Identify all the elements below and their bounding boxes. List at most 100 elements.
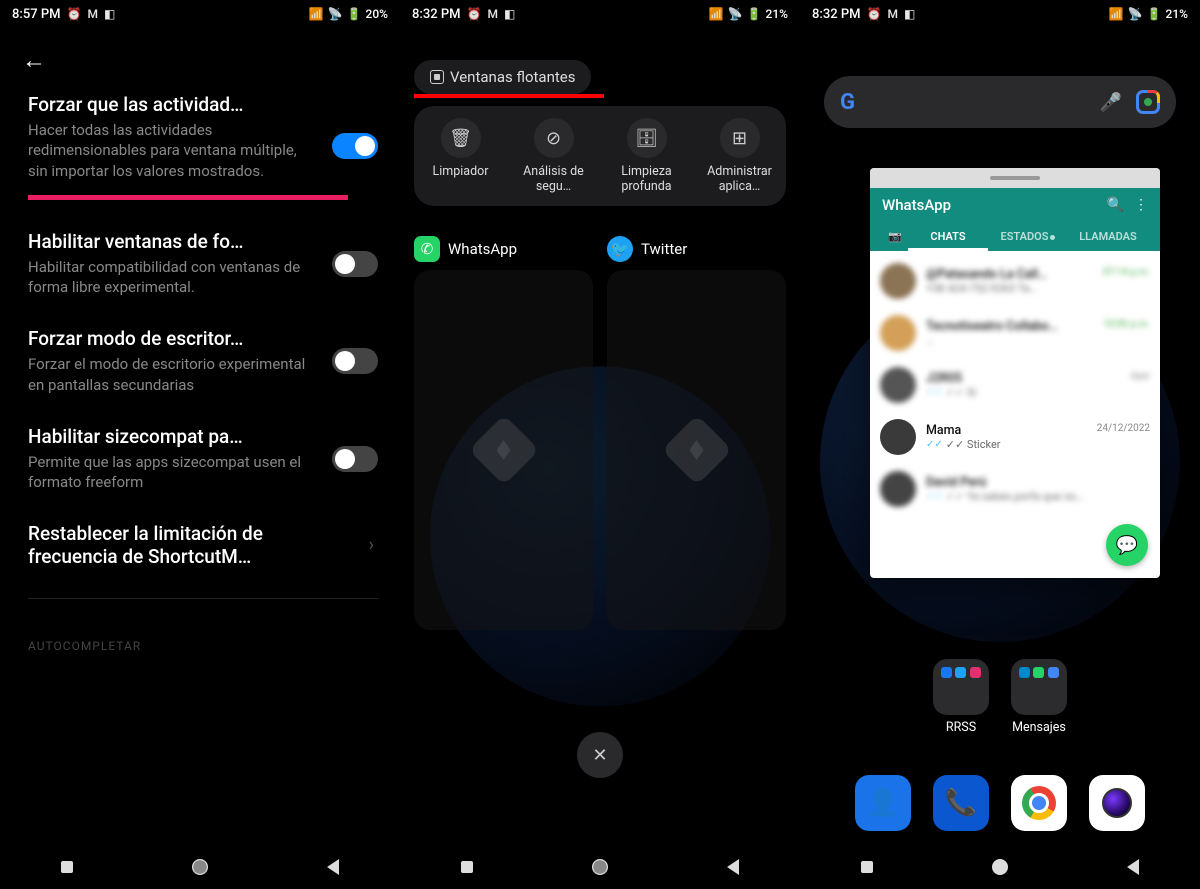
folder-rrss[interactable]: RRSS [933, 659, 989, 735]
recents-area: ✆ WhatsApp 🐦 Twitter ✕ [400, 236, 800, 796]
nav-recents[interactable] [457, 857, 477, 877]
chrome-icon [1022, 786, 1056, 820]
tool-security-scan[interactable]: ⊘ Análisis de segu… [507, 118, 600, 194]
tool-label: Análisis de segu… [507, 164, 600, 194]
search-icon[interactable]: 🔍 [1107, 197, 1124, 213]
battery-icon: 🔋 [747, 7, 762, 21]
status-battery: 21% [766, 7, 788, 21]
more-icon[interactable]: ⋮ [1134, 197, 1148, 213]
chat-row[interactable]: Mama24/12/2022 ✓✓✓✓ Sticker [870, 411, 1160, 463]
toggle-switch[interactable] [332, 348, 378, 374]
clear-all-button[interactable]: ✕ [577, 732, 623, 778]
nav-home[interactable] [990, 857, 1010, 877]
highlight-underline [414, 94, 604, 98]
status-time: 8:32 PM [812, 7, 861, 22]
dock-camera[interactable] [1089, 775, 1145, 831]
setting-freeform-windows[interactable]: Habilitar ventanas de fo… Habilitar comp… [28, 230, 378, 298]
contacts-icon: 👤 [867, 788, 899, 818]
setting-title: Habilitar sizecompat pa… [28, 425, 378, 448]
google-lens-icon[interactable] [1136, 90, 1160, 114]
setting-title: Habilitar ventanas de fo… [28, 230, 378, 253]
voice-search-icon[interactable]: 🎤 [1100, 92, 1122, 113]
nav-recents[interactable] [857, 857, 877, 877]
back-button[interactable]: ← [0, 28, 400, 83]
nav-bar [800, 845, 1200, 889]
gmail-icon: M [87, 7, 98, 21]
wifi-icon: 📡 [728, 7, 743, 21]
deep-clean-icon: 🗄 [627, 118, 667, 158]
avatar [880, 471, 916, 507]
tab-camera[interactable]: 📷 [882, 224, 908, 251]
status-battery: 21% [1166, 7, 1188, 21]
status-bar: 8:57 PM ⏰ M ◧ 📶 📡 🔋 20% [0, 0, 400, 28]
home-dock: 👤 📞 [800, 775, 1200, 831]
panel-developer-settings: 8:57 PM ⏰ M ◧ 📶 📡 🔋 20% ← Forzar que las… [0, 0, 400, 889]
whatsapp-tabs: 📷 CHATS ESTADOS LLAMADAS [882, 224, 1148, 251]
security-toolbar: 🗑 Limpiador ⊘ Análisis de segu… 🗄 Limpie… [414, 106, 786, 206]
tool-cleaner[interactable]: 🗑 Limpiador [414, 118, 507, 194]
floating-window-icon [430, 70, 444, 84]
chat-row[interactable]: Tecnotiseatro Collabo…10:06 p.m. … [870, 307, 1160, 359]
nav-home[interactable] [190, 857, 210, 877]
tab-chats[interactable]: CHATS [908, 224, 988, 251]
panel-recents: 8:32 PM ⏰ M ◧ 📶 📡 🔋 21% Ventanas flotant… [400, 0, 800, 889]
tool-deep-clean[interactable]: 🗄 Limpieza profunda [600, 118, 693, 194]
nav-bar [0, 845, 400, 889]
chat-row[interactable]: J2R05Ayer ✓✓✓✓ Si [870, 359, 1160, 411]
setting-reset-shortcut-rate[interactable]: Restablecer la limitación de frecuencia … [28, 522, 378, 568]
dock-contacts[interactable]: 👤 [855, 775, 911, 831]
app-icon: ◧ [104, 7, 115, 21]
setting-force-resizable[interactable]: Forzar que las actividad… Hacer todas la… [28, 93, 378, 200]
folder-mensajes[interactable]: Mensajes [1011, 659, 1067, 735]
back-arrow-icon: ← [22, 46, 46, 74]
window-drag-handle[interactable] [870, 168, 1160, 188]
placeholder-icon [672, 425, 722, 475]
nav-back[interactable] [723, 857, 743, 877]
nav-recents[interactable] [57, 857, 77, 877]
recent-card-whatsapp[interactable]: ✆ WhatsApp [414, 236, 593, 630]
nav-back[interactable] [323, 857, 343, 877]
wifi-icon: 📡 [1128, 7, 1143, 21]
recent-app-name: WhatsApp [448, 240, 517, 258]
gmail-icon: M [887, 7, 898, 21]
recent-card-twitter[interactable]: 🐦 Twitter [607, 236, 786, 630]
google-search-bar[interactable]: G 🎤 [824, 76, 1176, 128]
floating-window-whatsapp[interactable]: WhatsApp 🔍 ⋮ 📷 CHATS ESTADOS LLAMADAS @P… [870, 168, 1160, 578]
tab-status[interactable]: ESTADOS [988, 224, 1068, 251]
setting-sizecompat[interactable]: Habilitar sizecompat pa… Permite que las… [28, 425, 378, 493]
setting-desc: Hacer todas las actividades redimensiona… [28, 120, 308, 181]
toggle-switch[interactable] [332, 251, 378, 277]
battery-icon: 🔋 [1147, 7, 1162, 21]
chat-row[interactable]: @Patasando La Call…07:14 p.m. +58 424-75… [870, 255, 1160, 307]
nav-home[interactable] [590, 857, 610, 877]
tool-label: Limpieza profunda [600, 164, 693, 194]
toggle-switch[interactable] [332, 446, 378, 472]
dock-chrome[interactable] [1011, 775, 1067, 831]
wifi-icon: 📡 [328, 7, 343, 21]
google-logo-icon: G [840, 90, 855, 115]
floating-windows-chip[interactable]: Ventanas flotantes [414, 60, 591, 94]
dock-phone[interactable]: 📞 [933, 775, 989, 831]
new-chat-fab[interactable]: 💬 [1106, 524, 1148, 566]
chat-row[interactable]: David Perú ✓✓✓✓ Ya sabes porfa que no… [870, 463, 1160, 515]
recent-preview[interactable] [607, 270, 786, 630]
setting-desktop-mode[interactable]: Forzar modo de escritor… Forzar el modo … [28, 327, 378, 395]
setting-desc: Forzar el modo de escritorio experimenta… [28, 354, 308, 395]
tab-calls[interactable]: LLAMADAS [1068, 224, 1148, 251]
avatar [880, 315, 916, 351]
status-time: 8:32 PM [412, 7, 461, 22]
tool-manage-apps[interactable]: ⊞ Administrar aplica… [693, 118, 786, 194]
section-header-autocomplete: AUTOCOMPLETAR [28, 639, 378, 653]
status-bar: 8:32 PM ⏰ M ◧ 📶 📡 🔋 21% [800, 0, 1200, 28]
tool-label: Limpiador [414, 164, 507, 179]
whatsapp-chat-list[interactable]: @Patasando La Call…07:14 p.m. +58 424-75… [870, 251, 1160, 519]
close-icon: ✕ [592, 745, 607, 766]
toggle-switch[interactable] [332, 133, 378, 159]
signal-icon: 📶 [309, 7, 324, 21]
trash-icon: 🗑 [441, 118, 481, 158]
recent-preview[interactable] [414, 270, 593, 630]
avatar [880, 367, 916, 403]
camera-icon: 📷 [888, 230, 902, 243]
nav-back[interactable] [1123, 857, 1143, 877]
chevron-right-icon: › [369, 535, 374, 556]
